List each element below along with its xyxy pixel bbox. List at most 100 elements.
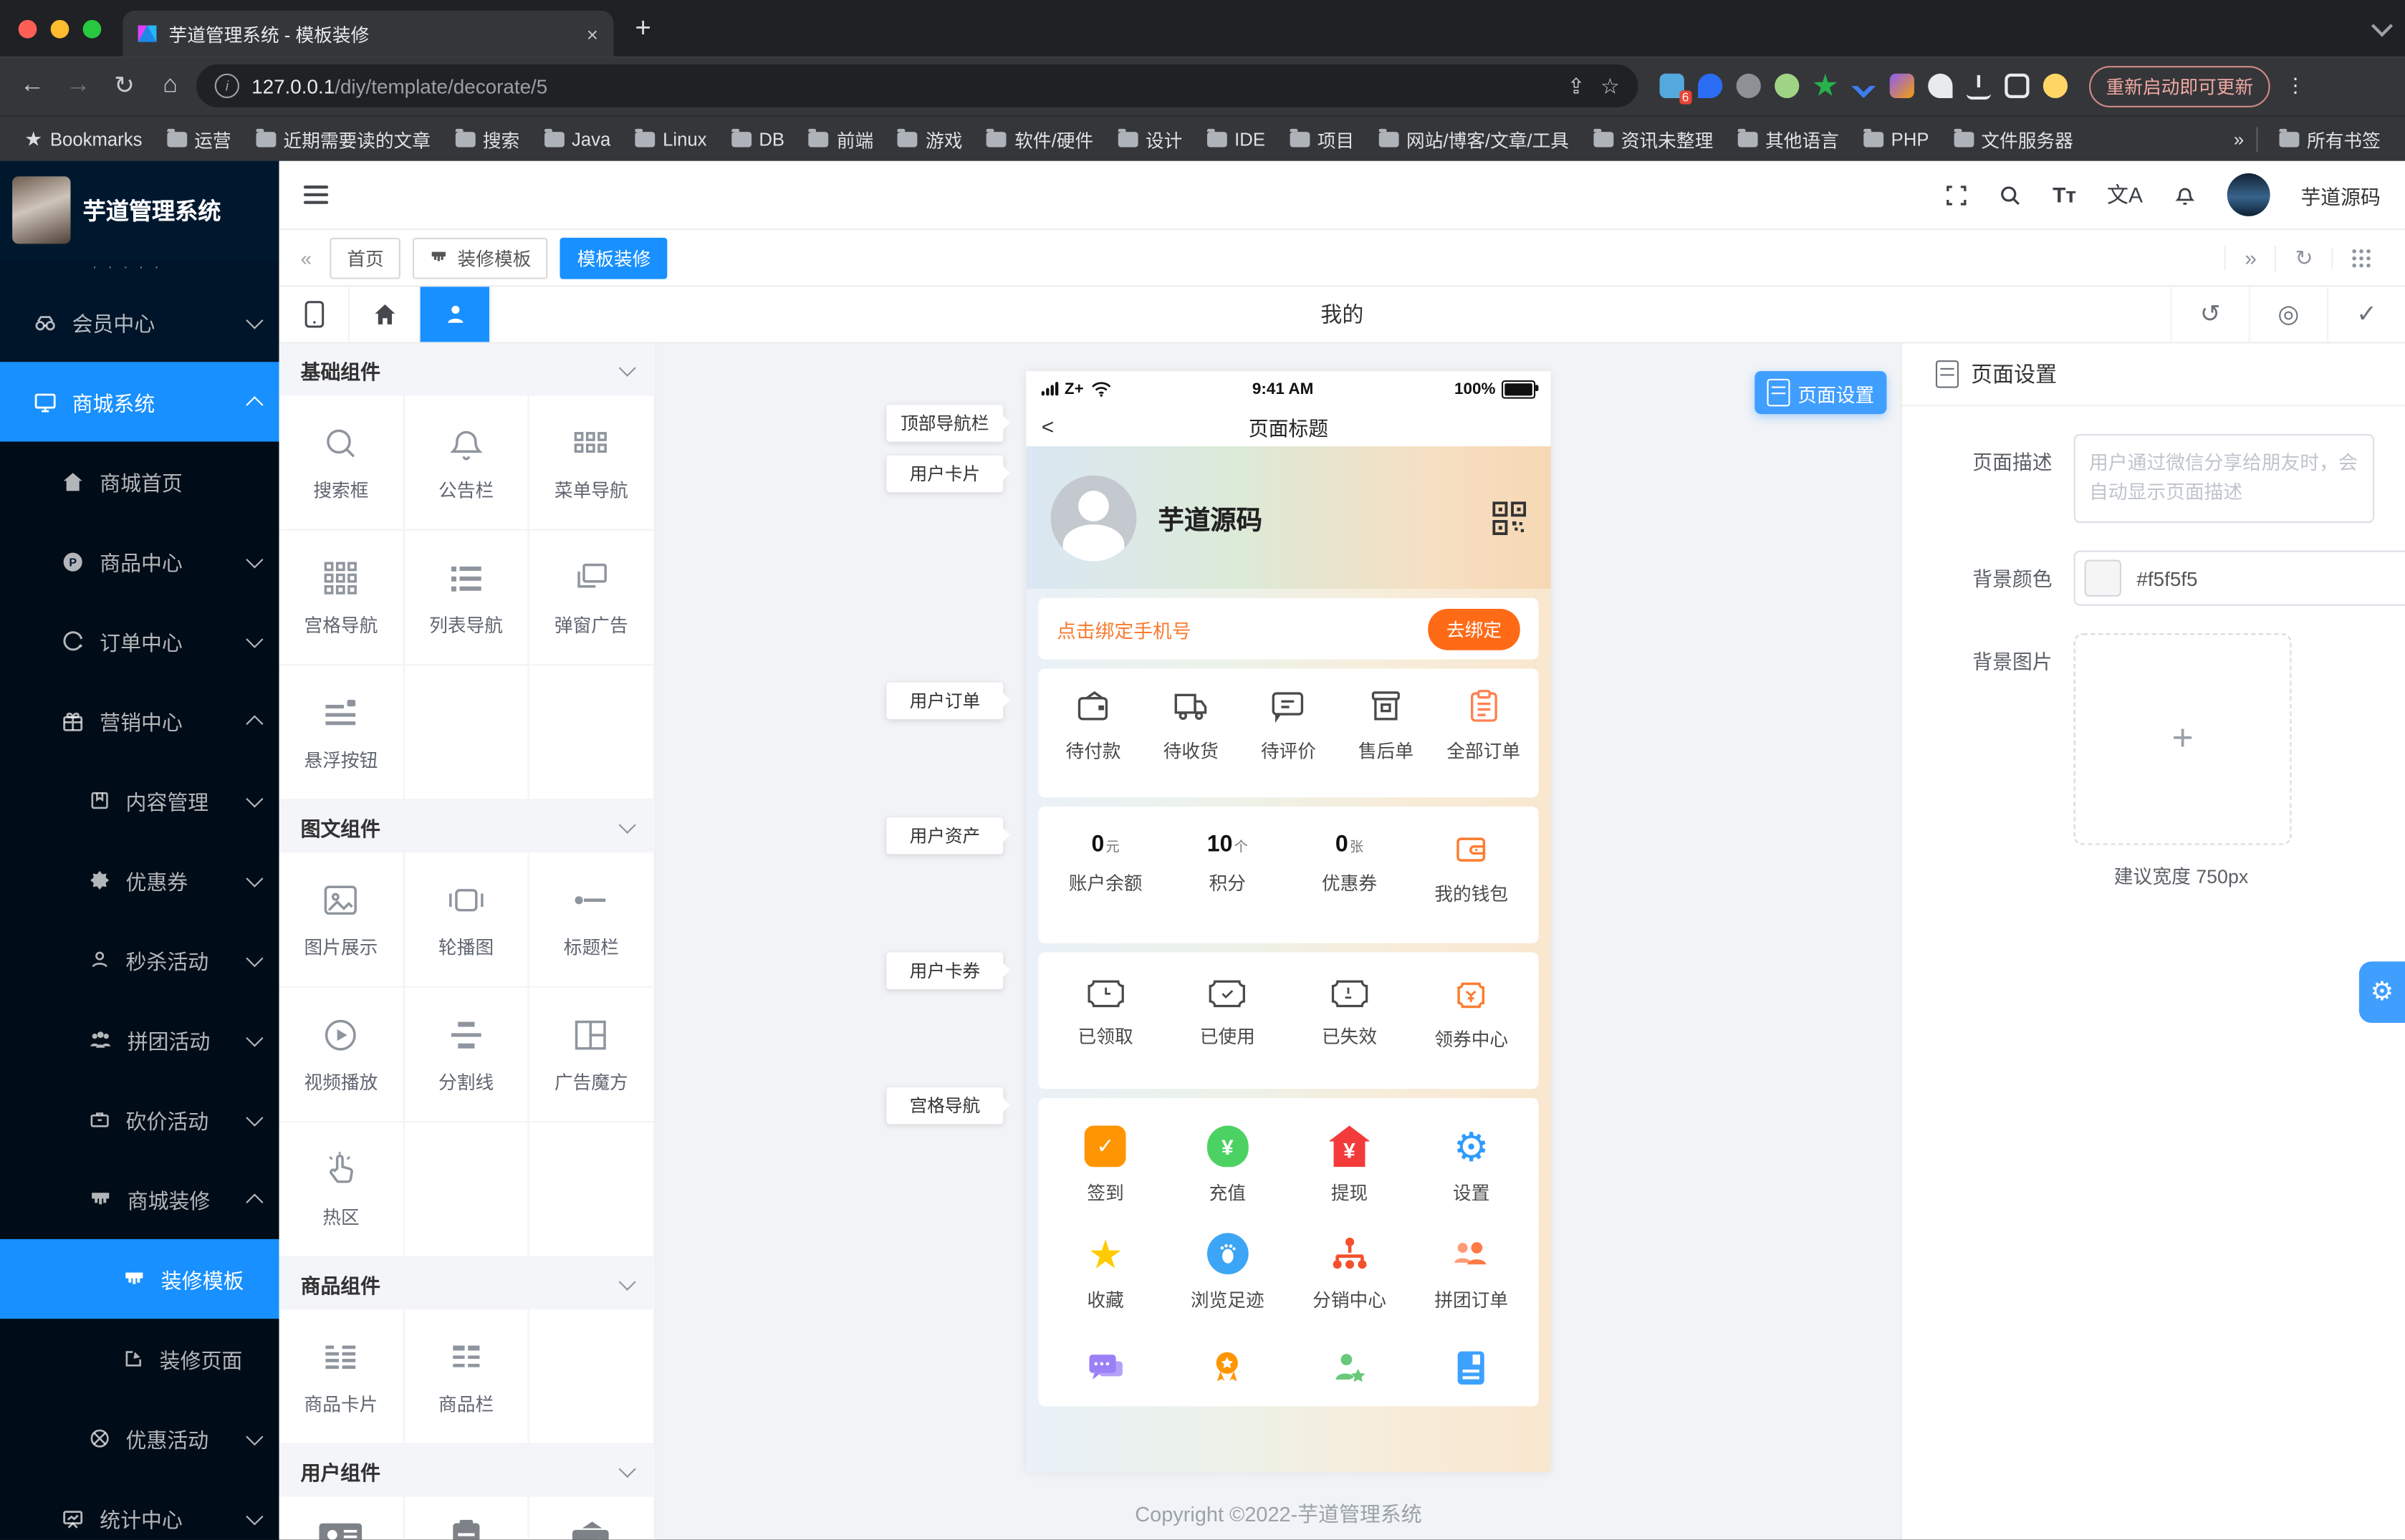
extension-icon[interactable] bbox=[1698, 74, 1722, 98]
bookmark-folder[interactable]: 搜索 bbox=[446, 127, 529, 153]
search-icon[interactable] bbox=[1999, 183, 2022, 206]
download-icon[interactable] bbox=[1967, 72, 1991, 100]
block-tag-user-asset[interactable]: 用户资产 bbox=[886, 817, 1003, 854]
coupon-received[interactable]: 已领取 bbox=[1045, 977, 1166, 1052]
settings-toggle-tab[interactable]: ⚙ bbox=[2359, 961, 2405, 1023]
bookmark-folder[interactable]: Linux bbox=[626, 129, 716, 150]
grid-distribution[interactable]: 分销中心 bbox=[1288, 1233, 1410, 1312]
maximize-window-button[interactable] bbox=[83, 20, 102, 39]
block-tag-top-nav[interactable]: 顶部导航栏 bbox=[886, 405, 1003, 441]
grid-settings[interactable]: ⚙ 设置 bbox=[1411, 1125, 1532, 1205]
browser-tab[interactable]: 芋道管理系统 - 模板装修 × bbox=[123, 11, 613, 57]
component-product-card[interactable]: 商品卡片 bbox=[279, 1309, 405, 1444]
extension-icon[interactable] bbox=[1813, 74, 1838, 98]
block-tag-user-order[interactable]: 用户订单 bbox=[886, 683, 1003, 719]
order-to-receive[interactable]: 待收货 bbox=[1142, 687, 1239, 764]
user-assets-block[interactable]: 0元 账户余额 10个 积分 0张 优惠券 bbox=[1038, 807, 1538, 943]
sidebar-item-marketing-center[interactable]: 营销中心 bbox=[0, 681, 279, 761]
bookmark-folder[interactable]: 其他语言 bbox=[1729, 127, 1848, 153]
component-search-box[interactable]: 搜索框 bbox=[279, 395, 405, 530]
sidebar-item-mall-home[interactable]: 商城首页 bbox=[0, 442, 279, 521]
bg-image-upload[interactable]: + bbox=[2074, 633, 2292, 844]
sidebar-item-mall-system[interactable]: 商城系统 bbox=[0, 362, 279, 441]
sidebar-item-bargain[interactable]: 砍价活动 bbox=[0, 1079, 279, 1159]
sidebar-item-stats-center[interactable]: 统计中心 bbox=[0, 1478, 279, 1540]
extension-icon[interactable] bbox=[1890, 74, 1914, 98]
sidebar-item-member-center[interactable]: 会员中心 bbox=[0, 282, 279, 362]
browser-menu-icon[interactable]: ⋮ bbox=[2285, 74, 2305, 98]
bookmark-folder[interactable]: 游戏 bbox=[889, 127, 972, 153]
component-user-card[interactable] bbox=[279, 1497, 405, 1540]
grid-favorites[interactable]: ★ 收藏 bbox=[1045, 1233, 1166, 1312]
grid-member[interactable] bbox=[1288, 1347, 1410, 1388]
component-notice-bar[interactable]: 公告栏 bbox=[404, 395, 529, 530]
sidebar-item-coupon[interactable]: 优惠券 bbox=[0, 840, 279, 920]
back-icon[interactable]: ← bbox=[12, 72, 52, 100]
order-to-review[interactable]: 待评价 bbox=[1239, 687, 1337, 764]
bind-phone-block[interactable]: 点击绑定手机号 去绑定 bbox=[1038, 598, 1538, 660]
font-size-icon[interactable]: Tт bbox=[2053, 183, 2076, 207]
qr-code-icon[interactable] bbox=[1492, 501, 1526, 534]
user-coupon-block[interactable]: 已领取 已使用 已失效 bbox=[1038, 953, 1538, 1089]
asset-wallet[interactable]: 我的钱包 bbox=[1411, 831, 1532, 906]
bg-color-input[interactable] bbox=[2133, 565, 2405, 591]
grid-groupon-orders[interactable]: 拼团订单 bbox=[1411, 1233, 1532, 1312]
bookmark-folder[interactable]: DB bbox=[722, 129, 794, 150]
bookmark-folder[interactable]: 前端 bbox=[800, 127, 883, 153]
sidebar-item-seckill[interactable]: 秒杀活动 bbox=[0, 920, 279, 1000]
grid-signin[interactable]: ✓ 签到 bbox=[1045, 1125, 1166, 1205]
sidebar-item-order-center[interactable]: 订单中心 bbox=[0, 601, 279, 680]
component-ad-cube[interactable]: 广告魔方 bbox=[529, 988, 655, 1122]
preview-icon[interactable]: ◎ bbox=[2249, 287, 2327, 342]
minimize-window-button[interactable] bbox=[51, 20, 69, 39]
color-swatch[interactable] bbox=[2085, 559, 2121, 596]
grid-recharge[interactable]: ¥ 充值 bbox=[1166, 1125, 1288, 1205]
tabs-scroll-left[interactable]: « bbox=[294, 246, 318, 269]
phone-navbar[interactable]: < 页面标题 bbox=[1026, 406, 1550, 446]
app-logo[interactable]: 芋道管理系统 bbox=[0, 161, 279, 259]
component-title-bar[interactable]: 标题栏 bbox=[529, 852, 655, 987]
bookmarks-overflow[interactable]: » bbox=[2234, 129, 2244, 150]
component-user-wallet[interactable] bbox=[529, 1497, 655, 1540]
grid-medal[interactable] bbox=[1166, 1347, 1288, 1388]
sidebar-item-decorate-template[interactable]: 装修模板 bbox=[0, 1239, 279, 1319]
bookmarks-root[interactable]: ★Bookmarks bbox=[15, 127, 151, 152]
tab-decorate-template[interactable]: 装修模板 bbox=[413, 237, 547, 279]
profile-avatar-icon[interactable] bbox=[2043, 74, 2068, 98]
refresh-tab-icon[interactable]: ↻ bbox=[2275, 244, 2332, 270]
bookmark-folder[interactable]: Java bbox=[535, 129, 620, 150]
bell-icon[interactable] bbox=[2174, 183, 2197, 206]
window-controls[interactable] bbox=[19, 20, 102, 39]
puzzle-extensions-icon[interactable] bbox=[1928, 74, 1952, 98]
all-bookmarks[interactable]: 所有书签 bbox=[2270, 127, 2390, 153]
extension-icon[interactable] bbox=[1737, 74, 1761, 98]
sidebar-item-product-center[interactable]: P 商品中心 bbox=[0, 521, 279, 601]
grid-nav-block[interactable]: ✓ 签到 ¥ 充值 ¥ 提现 bbox=[1038, 1098, 1538, 1406]
order-aftersale[interactable]: 售后单 bbox=[1337, 687, 1434, 764]
sidebar-item-decorate-page[interactable]: 装修页面 bbox=[0, 1319, 279, 1398]
bookmark-folder[interactable]: 项目 bbox=[1280, 127, 1363, 153]
asset-points[interactable]: 10个 积分 bbox=[1166, 831, 1288, 906]
new-tab-button[interactable]: + bbox=[635, 12, 651, 44]
back-icon[interactable]: < bbox=[1042, 414, 1055, 438]
component-popup-ad[interactable]: 弹窗广告 bbox=[529, 531, 655, 665]
section-product-components[interactable]: 商品组件 bbox=[279, 1258, 656, 1310]
bookmark-star-icon[interactable]: ☆ bbox=[1600, 73, 1620, 99]
language-icon[interactable]: 文A bbox=[2107, 179, 2143, 210]
component-image-display[interactable]: 图片展示 bbox=[279, 852, 405, 987]
bookmark-folder[interactable]: 运营 bbox=[158, 127, 241, 153]
menu-collapse-icon[interactable] bbox=[304, 186, 328, 204]
device-phone-button[interactable] bbox=[279, 287, 350, 342]
user-name[interactable]: 芋道源码 bbox=[2300, 181, 2380, 210]
update-chrome-button[interactable]: 重新启动即可更新 bbox=[2089, 65, 2270, 107]
reload-icon[interactable]: ↻ bbox=[105, 70, 145, 101]
component-menu-nav[interactable]: 菜单导航 bbox=[529, 395, 655, 530]
close-window-button[interactable] bbox=[19, 20, 37, 39]
fullscreen-icon[interactable] bbox=[1945, 183, 1968, 206]
user-order-block[interactable]: 待付款 待收货 待评价 bbox=[1038, 668, 1538, 797]
tab-close-icon[interactable]: × bbox=[587, 22, 598, 45]
user-card-block[interactable]: 芋道源码 bbox=[1026, 446, 1550, 589]
coupon-center[interactable]: 领券中心 bbox=[1411, 977, 1532, 1052]
bookmark-folder[interactable]: IDE bbox=[1198, 129, 1274, 150]
share-icon[interactable]: ⇪ bbox=[1567, 73, 1585, 99]
